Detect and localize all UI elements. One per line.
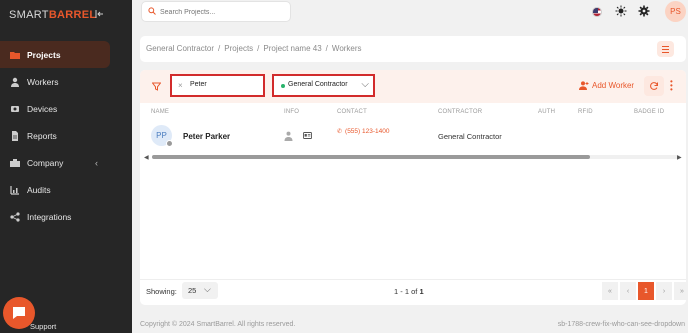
support-label[interactable]: Support — [30, 322, 56, 331]
prev-page-button[interactable]: ‹ — [620, 282, 636, 300]
logo[interactable]: SMARTBARREL — [9, 9, 96, 21]
person-icon — [11, 77, 19, 87]
per-page-value: 25 — [188, 286, 197, 295]
add-worker-button[interactable]: Add Worker — [579, 81, 634, 90]
column-header-info: INFO — [284, 109, 300, 115]
next-page-button[interactable]: › — [656, 282, 672, 300]
sidebar-item-label: Reports — [27, 130, 57, 141]
sidebar-item-label: Devices — [27, 103, 58, 114]
sidebar-item-company[interactable]: Company ‹ — [0, 149, 132, 176]
pager: « ‹ 1 › » — [600, 282, 686, 300]
refresh-button[interactable] — [644, 76, 664, 96]
folder-icon — [10, 51, 20, 59]
current-page-button[interactable]: 1 — [638, 282, 654, 300]
first-page-button[interactable]: « — [602, 282, 618, 300]
chevron-down-icon: ⌵ — [204, 284, 211, 294]
contact-phone[interactable]: ✆ (555) 123-1400 — [337, 128, 389, 135]
filter-bar: × Peter General Contractor ⌵ Add Worker … — [140, 70, 686, 103]
contractor-dropdown[interactable]: General Contractor ⌵ — [272, 74, 375, 97]
add-person-icon — [579, 81, 589, 90]
table-header: NAME INFO CONTACT CONTRACTOR AUTH RFID B… — [140, 109, 686, 121]
branch-label: sb-1788-crew-fix-who-can-see-dropdown — [557, 321, 685, 328]
sidebar-item-label: Integrations — [27, 211, 72, 222]
contractor-cell: General Contractor — [438, 132, 502, 141]
sidebar-item-devices[interactable]: Devices — [0, 95, 132, 122]
menu-button[interactable] — [657, 41, 674, 57]
horizontal-scrollbar[interactable]: ◀ ▶ — [144, 154, 684, 161]
person-icon — [284, 131, 293, 141]
sidebar-item-label: Workers — [27, 76, 59, 87]
breadcrumb-item-projects[interactable]: Projects — [224, 44, 253, 53]
breadcrumb-item-workers: Workers — [331, 44, 362, 53]
breadcrumb-separator: / — [325, 44, 328, 53]
id-card-icon — [303, 132, 312, 139]
sidebar-item-label: Audits — [27, 184, 51, 195]
scroll-right-icon[interactable]: ▶ — [677, 154, 682, 161]
chevron-left-icon: ‹ — [95, 157, 98, 168]
more-options-icon[interactable]: • • • — [670, 78, 673, 94]
pagination-footer: Showing: 25 ⌵ 1 - 1 of 1 « ‹ 1 › » — [140, 279, 686, 305]
breadcrumb-bar: General Contractor / Projects / Project name… — [140, 36, 686, 62]
collapse-sidebar-icon[interactable] — [95, 9, 105, 19]
project-search[interactable] — [141, 1, 291, 22]
add-worker-label: Add Worker — [592, 81, 635, 90]
device-icon — [11, 105, 19, 112]
phone-icon: ✆ — [337, 129, 343, 135]
gear-icon[interactable] — [638, 5, 650, 17]
breadcrumb-item-contractor[interactable]: General Contractor — [146, 44, 214, 53]
sidebar-item-reports[interactable]: Reports — [0, 122, 132, 149]
contractor-dropdown-value: General Contractor — [288, 81, 348, 88]
worker-name[interactable]: Peter Parker — [183, 132, 230, 141]
table-row[interactable]: PP Peter Parker ✆ (555) 123-1400 General … — [140, 123, 686, 153]
scroll-left-icon[interactable]: ◀ — [144, 154, 149, 161]
workers-panel: × Peter General Contractor ⌵ Add Worker … — [140, 70, 686, 305]
search-icon — [148, 7, 156, 15]
sidebar-item-audits[interactable]: Audits — [0, 176, 132, 203]
us-flag-icon[interactable] — [592, 7, 602, 17]
refresh-icon — [650, 82, 658, 90]
search-input[interactable] — [160, 5, 285, 19]
phone-number: (555) 123-1400 — [345, 128, 390, 135]
user-avatar[interactable]: PS — [665, 1, 686, 22]
building-icon — [10, 158, 20, 167]
audit-icon — [10, 185, 19, 195]
status-dot-icon — [281, 84, 285, 88]
copyright: Copyright © 2024 SmartBarrel. All rights… — [140, 321, 296, 328]
column-header-contractor[interactable]: CONTRACTOR — [438, 109, 482, 115]
column-header-name[interactable]: NAME — [151, 109, 169, 115]
sidebar-item-projects[interactable]: Projects — [0, 41, 110, 68]
breadcrumb-separator: / — [218, 44, 221, 53]
sidebar-item-workers[interactable]: Workers — [0, 68, 132, 95]
sidebar-item-label: Projects — [27, 49, 61, 60]
sidebar-nav: Projects Workers Devices Reports Company… — [0, 41, 132, 230]
breadcrumb-item-project[interactable]: Project name 43 — [263, 44, 321, 53]
sidebar-item-integrations[interactable]: Integrations — [0, 203, 132, 230]
chat-icon — [13, 307, 25, 319]
theme-toggle-icon[interactable] — [615, 5, 627, 17]
status-indicator — [166, 140, 173, 147]
column-header-contact: CONTACT — [337, 109, 367, 115]
clear-icon[interactable]: × — [178, 81, 183, 90]
filter-icon[interactable] — [152, 82, 161, 91]
breadcrumb-separator: / — [257, 44, 260, 53]
sidebar-item-label: Company — [27, 157, 64, 168]
top-bar: PS — [132, 0, 688, 27]
sidebar: SMARTBARREL Projects Workers Devices Rep… — [0, 0, 132, 333]
chevron-down-icon: ⌵ — [361, 79, 369, 90]
showing-label: Showing: — [146, 287, 177, 296]
page-range: 1 - 1 of 1 — [394, 287, 424, 296]
column-header-rfid: RFID — [578, 109, 593, 115]
per-page-select[interactable]: 25 ⌵ — [182, 282, 218, 299]
worker-search-value[interactable]: Peter — [190, 81, 207, 88]
document-icon — [12, 130, 18, 141]
worker-search-filter[interactable]: × Peter — [170, 74, 265, 97]
integrations-icon — [10, 211, 20, 222]
column-header-auth: AUTH — [538, 109, 556, 115]
avatar: PP — [151, 125, 173, 147]
breadcrumb: General Contractor / Projects / Project name… — [146, 44, 362, 53]
column-header-badge-id: BADGE ID — [634, 109, 665, 115]
last-page-button[interactable]: » — [674, 282, 686, 300]
scrollbar-thumb[interactable] — [152, 155, 590, 159]
